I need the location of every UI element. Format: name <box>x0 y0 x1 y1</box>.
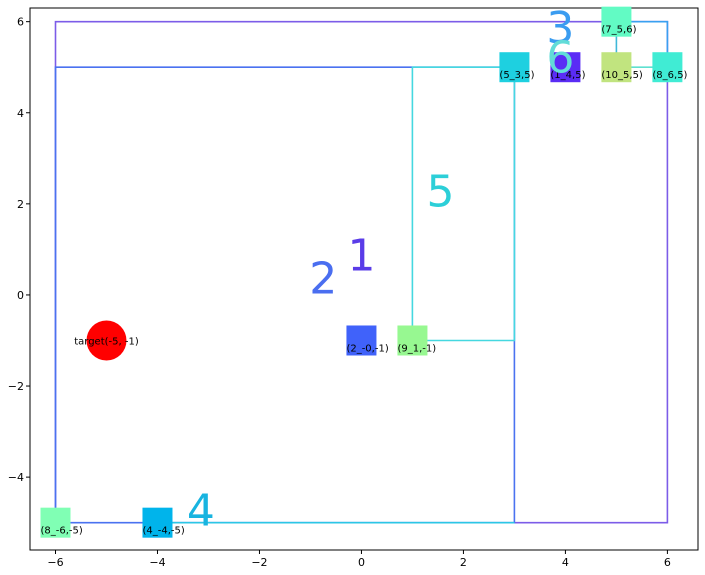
node-label: (2_-0,-1) <box>346 343 388 354</box>
target-label: target(-5, -1) <box>74 336 139 347</box>
x-tick-label: 2 <box>460 556 467 569</box>
route-diagram-chart: (8_-6,-5) (4_-4,-5) (2_-0,-1) (9_1,-1) (5_3,… <box>8 3 699 569</box>
node-label: (8_-6,-5) <box>40 526 82 537</box>
node-label: (5_3,5) <box>499 70 534 81</box>
x-axis-ticks: −6 −4 −2 0 2 4 6 <box>47 550 671 569</box>
route-number-label: 1 <box>347 231 375 282</box>
x-tick-label: 6 <box>664 556 671 569</box>
route-number-label: 2 <box>309 253 337 304</box>
node-label: (4_-4,-5) <box>142 526 184 537</box>
y-tick-label: 4 <box>17 107 24 120</box>
node-label: (8_6,5) <box>652 70 687 81</box>
y-tick-label: −2 <box>8 380 24 393</box>
x-tick-label: −4 <box>149 556 165 569</box>
x-tick-label: −2 <box>251 556 267 569</box>
route-number-label: 5 <box>426 167 454 218</box>
node-label: (10_5,5) <box>601 70 643 81</box>
route-number-label: 6 <box>546 32 574 83</box>
x-tick-label: 4 <box>562 556 569 569</box>
y-axis-ticks: −4 −2 0 2 4 6 <box>8 16 30 484</box>
y-tick-label: 6 <box>17 16 24 29</box>
y-tick-label: 2 <box>17 198 24 211</box>
x-tick-label: −6 <box>47 556 63 569</box>
node-label: (9_1,-1) <box>397 343 436 354</box>
y-tick-label: 0 <box>17 289 24 302</box>
x-tick-label: 0 <box>358 556 365 569</box>
y-tick-label: −4 <box>8 471 24 484</box>
route-number-label: 4 <box>187 486 215 537</box>
node-label: (7_5,6) <box>601 25 636 36</box>
